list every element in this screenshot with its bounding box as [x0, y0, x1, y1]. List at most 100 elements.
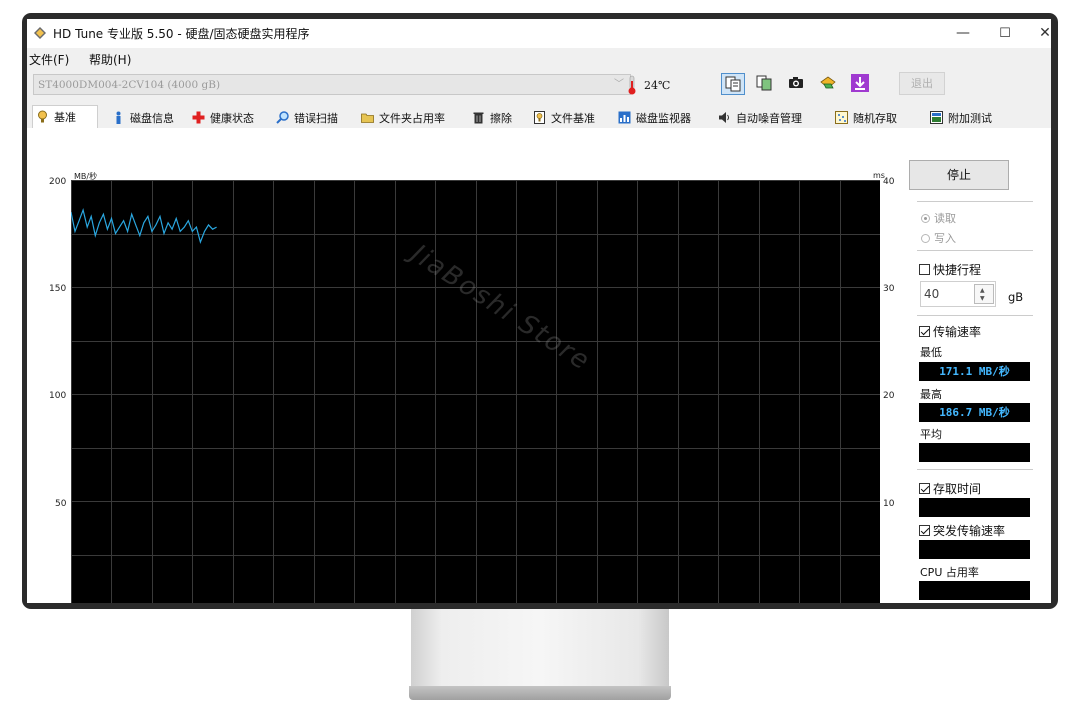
- short-stroke-stepper[interactable]: ▲ ▼: [974, 284, 994, 304]
- tab-label: 文件夹占用率: [379, 112, 445, 125]
- tab-error-scan[interactable]: 错误扫描: [273, 107, 341, 128]
- min-label: 最低: [920, 346, 942, 359]
- copy-screenshot-button[interactable]: [753, 73, 777, 95]
- transfer-rate-checkbox[interactable]: 传输速率: [919, 323, 981, 340]
- temperature-readout: 24℃: [644, 79, 671, 92]
- minimize-button[interactable]: —: [940, 19, 986, 48]
- divider: [917, 201, 1033, 202]
- transfer-rate-box: [919, 326, 930, 337]
- y-tick-150: 150: [49, 284, 67, 294]
- benchmark-icon: [38, 110, 47, 123]
- trash-icon: [473, 112, 484, 124]
- write-radio-dot: [921, 234, 930, 243]
- burst-rate-box: [919, 525, 930, 536]
- access-time-label: 存取时间: [933, 482, 982, 496]
- burst-rate-label: 突发传输速率: [933, 524, 1006, 538]
- y-tick-100: 100: [49, 391, 67, 401]
- monitor-stand-base: [409, 686, 671, 700]
- read-radio[interactable]: 读取: [921, 210, 956, 226]
- tab-folder-usage[interactable]: 文件夹占用率: [358, 107, 448, 128]
- download-icon: [851, 74, 869, 92]
- access-time-checkbox[interactable]: 存取时间: [919, 480, 981, 497]
- divider: [917, 315, 1033, 316]
- write-radio[interactable]: 写入: [921, 230, 956, 246]
- avg-label: 平均: [920, 428, 942, 441]
- tab-label: 附加测试: [948, 112, 992, 125]
- monitor-icon: [618, 111, 631, 124]
- copy-text-button[interactable]: [721, 73, 745, 95]
- random-access-icon: [835, 111, 848, 124]
- y2-tick-40: 40: [883, 177, 895, 187]
- y2-tick-30: 30: [883, 284, 895, 294]
- tab-label: 文件基准: [551, 112, 595, 125]
- tab-disk-monitor[interactable]: 磁盘监视器: [615, 107, 694, 128]
- y-tick-50: 50: [55, 499, 67, 509]
- cpu-usage-label: CPU 占用率: [920, 566, 979, 579]
- tab-benchmark[interactable]: 基准: [32, 105, 98, 129]
- short-stroke-box: [919, 264, 930, 275]
- max-label: 最高: [920, 388, 942, 401]
- tab-extra-tests[interactable]: 附加测试: [927, 107, 995, 128]
- stepper-up-icon[interactable]: ▲: [980, 287, 985, 294]
- read-radio-dot: [921, 214, 930, 223]
- divider: [917, 250, 1033, 251]
- tab-health[interactable]: 健康状态: [189, 107, 257, 128]
- tab-label: 错误扫描: [294, 112, 338, 125]
- short-stroke-unit: gB: [1008, 290, 1024, 304]
- menu-bar: 文件(F) 帮助(H): [27, 48, 1051, 68]
- toolbar: ST4000DM004-2CV104 (4000 gB) ﹀ 24℃ 退出: [27, 68, 1051, 104]
- monitor-stand: [411, 609, 669, 686]
- chevron-down-icon: ﹀: [614, 79, 624, 90]
- extra-tests-icon: [930, 111, 943, 124]
- magnifier-icon: [276, 111, 289, 124]
- y-tick-200: 200: [49, 177, 67, 187]
- access-time-box: [919, 483, 930, 494]
- tab-file-benchmark[interactable]: 文件基准: [530, 107, 598, 128]
- menu-help[interactable]: 帮助(H): [89, 51, 131, 68]
- y2-tick-10: 10: [883, 499, 895, 509]
- max-value: 186.7 MB/秒: [919, 403, 1030, 422]
- download-button[interactable]: [849, 73, 873, 95]
- copy-text-icon: [725, 76, 741, 92]
- read-radio-label: 读取: [934, 212, 956, 225]
- tab-label: 磁盘监视器: [636, 112, 691, 125]
- avg-value: [919, 443, 1030, 462]
- y2-tick-20: 20: [883, 391, 895, 401]
- title-bar: HD Tune 专业版 5.50 - 硬盘/固态硬盘实用程序 — ☐ ✕: [27, 19, 1051, 48]
- tab-acoustic-management[interactable]: 自动噪音管理: [715, 107, 805, 128]
- stop-button[interactable]: 停止: [909, 160, 1009, 190]
- tab-disk-info[interactable]: 磁盘信息: [109, 107, 177, 128]
- tab-label: 磁盘信息: [130, 112, 174, 125]
- camera-icon: [789, 77, 803, 88]
- short-stroke-checkbox[interactable]: 快捷行程: [919, 261, 981, 278]
- app-logo-icon: [34, 27, 46, 39]
- tab-erase[interactable]: 擦除: [469, 107, 515, 128]
- copy-screenshot-icon: [756, 75, 772, 91]
- menu-file[interactable]: 文件(F): [29, 51, 69, 68]
- window-title: HD Tune 专业版 5.50 - 硬盘/固态硬盘实用程序: [53, 27, 310, 41]
- screen: HD Tune 专业版 5.50 - 硬盘/固态硬盘实用程序 — ☐ ✕ 文件(…: [27, 19, 1051, 603]
- speaker-icon: [719, 112, 729, 123]
- benchmark-chart: [71, 180, 880, 603]
- tab-random-access[interactable]: 随机存取: [832, 107, 900, 128]
- short-stroke-label: 快捷行程: [933, 263, 982, 277]
- drive-select-value: ST4000DM004-2CV104 (4000 gB): [38, 79, 221, 91]
- transfer-rate-label: 传输速率: [933, 325, 982, 339]
- folder-icon: [361, 113, 374, 123]
- short-stroke-value: 40: [924, 287, 940, 301]
- burst-rate-value: [919, 540, 1030, 559]
- stepper-down-icon[interactable]: ▼: [980, 295, 985, 302]
- options-button[interactable]: [817, 73, 841, 95]
- health-cross-icon: [192, 111, 205, 124]
- cpu-usage-value: [919, 581, 1030, 600]
- info-icon: [116, 111, 121, 124]
- close-button[interactable]: ✕: [1022, 19, 1051, 48]
- tab-label: 自动噪音管理: [736, 112, 802, 125]
- burst-rate-checkbox[interactable]: 突发传输速率: [919, 522, 1005, 539]
- drive-select[interactable]: ST4000DM004-2CV104 (4000 gB) ﹀: [33, 74, 631, 95]
- tab-label: 随机存取: [853, 112, 897, 125]
- thermometer-icon: [628, 75, 636, 95]
- camera-button[interactable]: [785, 73, 809, 95]
- tab-label: 擦除: [490, 112, 512, 125]
- exit-button[interactable]: 退出: [899, 72, 945, 95]
